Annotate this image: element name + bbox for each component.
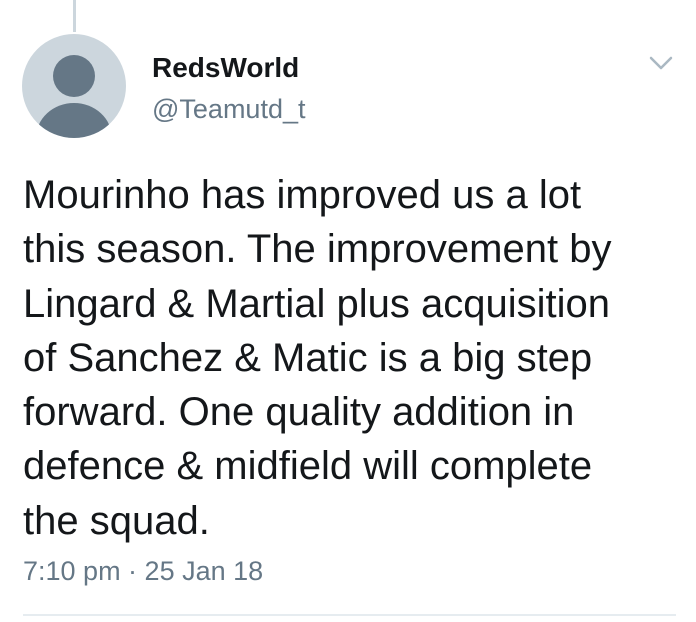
default-profile-icon-head (53, 55, 95, 97)
author-handle[interactable]: @Teamutd_t (152, 94, 305, 125)
avatar[interactable] (22, 34, 126, 138)
default-profile-icon-body (36, 103, 112, 138)
thread-connector-line (73, 0, 76, 32)
author-display-name[interactable]: RedsWorld (152, 52, 299, 84)
divider (23, 614, 676, 616)
tweet-timestamp[interactable]: 7:10 pm · 25 Jan 18 (23, 556, 263, 587)
tweet-text: Mourinho has improved us a lot this seas… (23, 173, 612, 543)
chevron-down-icon-graphic (649, 56, 673, 70)
chevron-down-icon[interactable] (646, 48, 676, 78)
